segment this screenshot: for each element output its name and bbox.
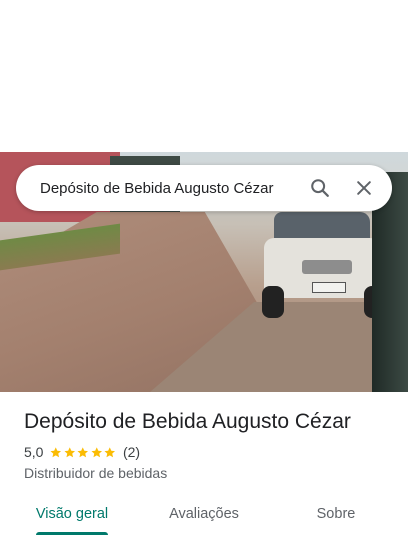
car-wheel-left [262, 286, 284, 318]
active-tab-indicator [36, 532, 108, 535]
rating-value: 5,0 [24, 444, 44, 460]
star-icon [104, 446, 116, 457]
star-icon [91, 446, 102, 457]
review-count[interactable]: (2) [123, 444, 140, 460]
close-button[interactable] [342, 165, 386, 211]
tab-bar: Visão geral Avaliações Sobre [0, 494, 408, 544]
photo-car [262, 212, 386, 318]
place-title: Depósito de Bebida Augusto Cézar [24, 410, 351, 433]
star-icon [64, 446, 75, 457]
rating-stars [49, 446, 117, 459]
search-bar[interactable]: Depósito de Bebida Augusto Cézar [16, 165, 392, 211]
car-grille [302, 260, 352, 274]
star-icon [77, 446, 89, 457]
tab-overview[interactable]: Visão geral [24, 494, 120, 534]
search-button[interactable] [298, 165, 342, 211]
close-icon [357, 181, 371, 195]
blank-header-area [0, 0, 408, 152]
rating-row[interactable]: 5,0 (2) [24, 444, 140, 460]
star-icon [50, 446, 62, 457]
tab-about[interactable]: Sobre [288, 494, 384, 534]
tab-reviews[interactable]: Avaliações [156, 494, 252, 534]
search-input[interactable]: Depósito de Bebida Augusto Cézar [16, 180, 298, 197]
search-icon [311, 179, 329, 197]
place-category[interactable]: Distribuidor de bebidas [24, 465, 167, 481]
car-plate [312, 282, 346, 293]
